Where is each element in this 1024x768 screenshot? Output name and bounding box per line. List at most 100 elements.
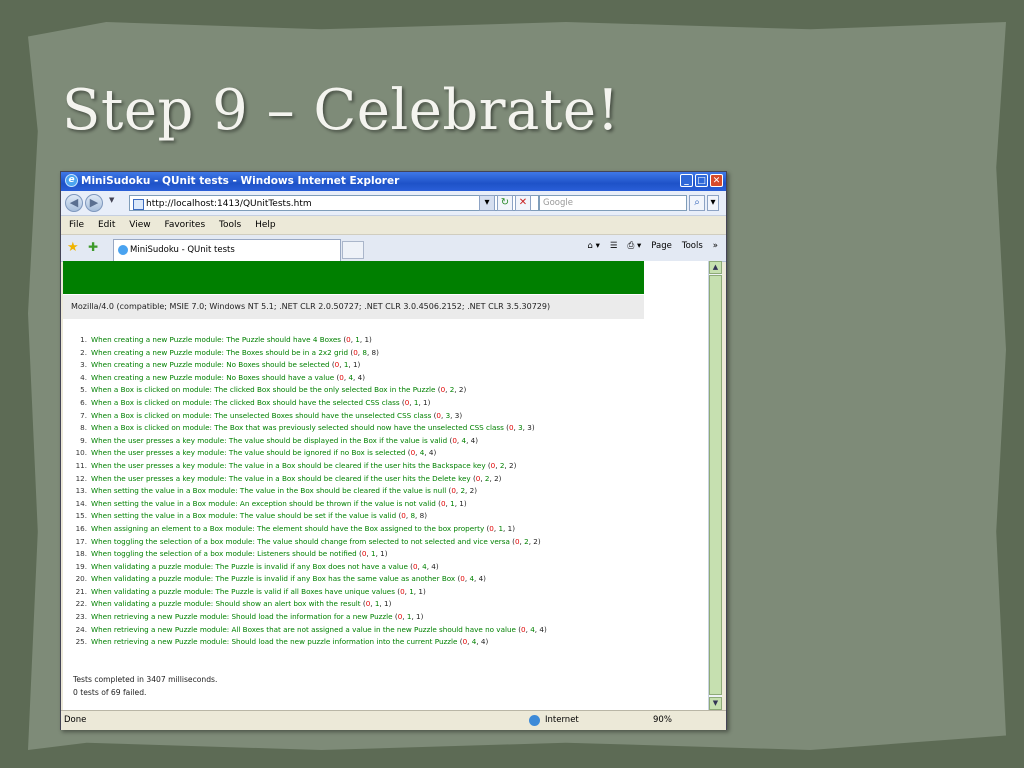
menu-favorites[interactable]: Favorites [164,220,205,230]
test-result-item[interactable]: 19. When validating a puzzle module: The … [76,561,547,574]
print-icon[interactable]: ⎙ ▾ [627,241,641,251]
status-text: Done [64,715,87,725]
feeds-icon[interactable]: ☰ [610,241,618,251]
test-result-item[interactable]: 10. When the user presses a key module: T… [76,447,547,460]
test-result-item[interactable]: 13. When setting the value in a Box modul… [76,485,547,498]
test-name: When validating a puzzle module: The Puz… [91,586,395,596]
maximize-button[interactable]: □ [695,174,708,187]
window-titlebar: e MiniSudoku - QUnit tests - Windows Int… [61,172,726,191]
paren-close: ) [483,574,486,584]
address-field[interactable]: http://localhost:1413/QUnitTests.htm [129,195,539,211]
test-result-item[interactable]: 5. When a Box is clicked on module: The c… [80,384,547,397]
menu-file[interactable]: File [69,220,84,230]
test-number: 8. [80,423,87,433]
test-result-item[interactable]: 12. When the user presses a key module: T… [76,473,547,486]
test-result-item[interactable]: 21. When validating a puzzle module: The … [76,586,547,599]
qunit-banner-pass [63,261,644,294]
chevron-right-icon[interactable]: » [713,241,718,251]
test-result-item[interactable]: 7. When a Box is clicked on module: The u… [80,410,547,423]
scroll-down-button[interactable]: ▼ [709,697,722,710]
test-number: 1. [80,335,87,344]
test-result-item[interactable]: 16. When assigning an element to a Box mo… [76,523,547,536]
command-bar: ⌂ ▾ ☰ ⎙ ▾ Page Tools » [587,241,718,251]
test-number: 5. [80,385,87,395]
test-result-item[interactable]: 1. When creating a new Puzzle module: The… [80,334,547,347]
test-result-item[interactable]: 9. When the user presses a key module: Th… [80,435,547,448]
add-favorites-icon[interactable]: ✚ [88,240,98,254]
scroll-thumb[interactable] [709,275,722,695]
search-input[interactable]: Google [539,195,687,211]
test-name: When retrieving a new Puzzle module: All… [91,624,516,634]
paren-close: ) [376,347,379,357]
paren-close: ) [420,612,424,622]
test-number: 25. [75,637,87,647]
test-result-item[interactable]: 11. When the user presses a key module: T… [76,460,547,473]
address-text: http://localhost:1413/QUnitTests.htm [146,199,312,209]
test-number: 10. [75,448,87,458]
paren-close: ) [485,637,489,647]
test-name: When creating a new Puzzle module: The B… [91,347,349,357]
test-number: 3. [80,360,87,370]
status-bar: Done Internet 90% [61,710,726,730]
menu-view[interactable]: View [129,220,150,230]
page-menu[interactable]: Page [651,241,672,251]
test-result-item[interactable]: 14. When setting the value in a Box modul… [76,498,547,511]
paren-close: ) [422,586,426,596]
test-number: 23. [75,612,87,622]
menu-tools[interactable]: Tools [219,220,241,230]
test-result-item[interactable]: 22. When validating a puzzle module: Shou… [76,598,547,611]
tab-minisudoku[interactable]: MiniSudoku - QUnit tests [113,239,341,261]
back-button[interactable]: ◀ [65,194,83,212]
address-dropdown-icon[interactable]: ▾ [479,195,495,211]
test-result-item[interactable]: 3. When creating a new Puzzle module: No … [80,359,547,372]
test-number: 22. [75,599,87,609]
scroll-up-button[interactable]: ▲ [709,261,722,274]
test-result-item[interactable]: 18. When toggling the selection of a box … [76,548,547,561]
search-button[interactable]: ⌕ [689,195,705,211]
paren-close: ) [427,397,431,407]
test-name: When validating a puzzle module: The Puz… [91,574,456,584]
paren-close: ) [362,372,365,382]
test-result-item[interactable]: 25. When retrieving a new Puzzle module: … [76,636,547,649]
home-icon[interactable]: ⌂ ▾ [587,241,599,251]
test-number: 18. [75,549,87,559]
tools-menu[interactable]: Tools [682,241,703,251]
test-result-item[interactable]: 23. When retrieving a new Puzzle module: … [76,611,547,624]
test-name: When retrieving a new Puzzle module: Sho… [91,612,393,622]
close-button[interactable]: ✕ [710,174,723,187]
test-result-item[interactable]: 2. When creating a new Puzzle module: The… [80,347,547,360]
test-name: When a Box is clicked on module: The Box… [91,423,504,433]
test-name: When a Box is clicked on module: The cli… [91,397,400,407]
test-result-item[interactable]: 20. When validating a puzzle module: The … [76,573,547,586]
window-title: MiniSudoku - QUnit tests - Windows Inter… [81,175,400,187]
test-result-item[interactable]: 8. When a Box is clicked on module: The B… [80,422,547,435]
zoom-level[interactable]: 90% [653,711,672,729]
test-result-item[interactable]: 15. When setting the value in a Box modul… [76,510,547,523]
menu-help[interactable]: Help [255,220,276,230]
test-name: When setting the value in a Box module: … [91,511,397,521]
test-result-item[interactable]: 4. When creating a new Puzzle module: No … [80,372,547,385]
paren-close: ) [498,473,502,483]
minimize-button[interactable]: _ [680,174,693,187]
favorites-star-icon[interactable]: ★ [67,240,79,255]
paren-close: ) [459,410,463,420]
test-result-item[interactable]: 24. When retrieving a new Puzzle module: … [76,624,547,637]
test-result-item[interactable]: 6. When a Box is clicked on module: The c… [80,397,547,410]
test-number: 19. [75,561,87,571]
test-result-item[interactable]: 17. When toggling the selection of a box … [76,536,547,549]
history-dropdown-icon[interactable]: ▼ [109,196,114,204]
paren-close: ) [369,335,372,344]
test-number: 20. [75,574,87,584]
search-options-icon[interactable]: ▾ [707,195,719,211]
summary-time: Tests completed in 3407 milliseconds. [73,675,218,684]
security-zone: Internet [529,711,579,729]
page-icon [133,199,144,210]
menu-edit[interactable]: Edit [98,220,115,230]
vertical-scrollbar[interactable]: ▲ ▼ [708,261,722,710]
refresh-button[interactable]: ↻ [497,195,513,211]
stop-button[interactable]: ✕ [515,195,531,211]
paren-close: ) [424,511,427,521]
new-tab-button[interactable] [342,241,364,259]
forward-button[interactable]: ▶ [85,194,103,212]
browser-window: e MiniSudoku - QUnit tests - Windows Int… [60,171,727,730]
